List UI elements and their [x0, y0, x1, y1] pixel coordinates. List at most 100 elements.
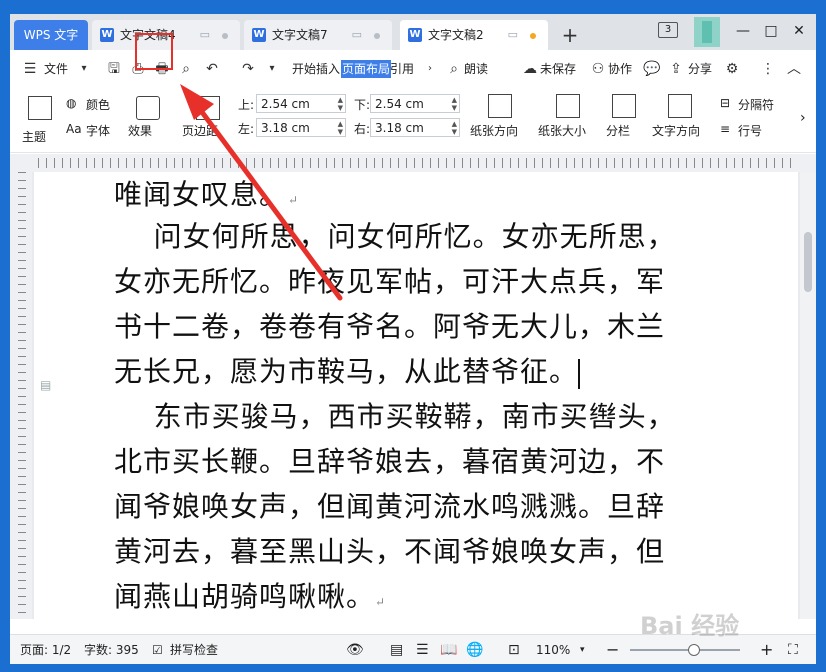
ruler-ticks	[18, 172, 26, 619]
zoom-slider-knob[interactable]	[688, 644, 700, 656]
spinner-icon[interactable]: ▲ ▼	[452, 120, 457, 136]
margin-button[interactable]: 页边距	[182, 122, 218, 139]
line-number-icon[interactable]: ≡	[720, 122, 730, 136]
avatar[interactable]	[694, 17, 720, 47]
collapse-ribbon-icon[interactable]: ︿	[784, 59, 804, 79]
eye-icon[interactable]: 👁	[346, 635, 364, 664]
document-note-icon[interactable]: ▤	[40, 378, 51, 392]
font-icon[interactable]: Aa	[66, 122, 82, 136]
text-line[interactable]: 东市买骏马，西市买鞍鞯，南市买辔头，	[114, 394, 676, 439]
close-button[interactable]: ✕	[788, 20, 810, 42]
document-page[interactable]: 唯闻女叹息。↵ 问女何所思，问女何所忆。女亦无所思， 女亦无所忆。昨夜见军帖，可…	[34, 172, 798, 619]
theme-icon[interactable]	[28, 96, 52, 120]
chevron-right-icon[interactable]: ›	[800, 110, 806, 126]
text-line[interactable]: 女亦无所忆。昨夜见军帖，可汗大点兵，军	[114, 259, 665, 304]
zoom-out-icon[interactable]: −	[606, 635, 619, 664]
read-view-icon[interactable]: 📖	[440, 635, 457, 664]
menu-page-layout[interactable]: 页面布局	[341, 60, 392, 78]
menu-file[interactable]: 文件	[44, 50, 68, 88]
spinner-icon[interactable]: ▲ ▼	[452, 96, 457, 112]
restore-button[interactable]: □	[760, 20, 782, 42]
undo-icon[interactable]: ↶	[202, 59, 222, 79]
unsaved-status[interactable]: 未保存	[540, 50, 576, 88]
new-tab-button[interactable]: +	[558, 20, 582, 50]
spinner-icon[interactable]: ▲ ▼	[338, 120, 343, 136]
vertical-ruler[interactable]	[10, 172, 32, 619]
tab-doc-2[interactable]: W 文字文稿2 ▭	[400, 20, 548, 50]
line-number-button[interactable]: 行号	[738, 122, 762, 139]
effect-icon[interactable]	[136, 96, 160, 120]
watermark: Bai 经验	[640, 612, 740, 640]
fit-page-icon[interactable]: ⊡	[508, 635, 520, 664]
text-line[interactable]: 书十二卷，卷卷有爷名。阿爷无大儿，木兰	[114, 304, 665, 349]
right-margin-input[interactable]: 3.18 cm ▲ ▼	[370, 118, 460, 137]
text-line[interactable]: 问女何所思，问女何所忆。女亦无所思，	[114, 214, 676, 259]
text-direction-icon[interactable]	[668, 94, 692, 118]
line-text: 问女何所思，问女何所忆。女亦无所思，	[114, 220, 676, 253]
spinner-icon[interactable]: ▲ ▼	[338, 96, 343, 112]
spellcheck-button[interactable]: 拼写检查	[170, 635, 218, 664]
page-count[interactable]: 页面: 1/2	[20, 635, 71, 664]
zoom-level[interactable]: 110%	[536, 635, 570, 664]
menu-start[interactable]: 开始	[292, 50, 316, 88]
orientation-icon[interactable]	[488, 94, 512, 118]
palette-icon[interactable]: ◍	[66, 96, 76, 110]
search-icon[interactable]: ⌕	[444, 59, 464, 79]
left-margin-input[interactable]: 3.18 cm ▲ ▼	[256, 118, 346, 137]
theme-button[interactable]: 主题	[22, 128, 46, 145]
vertical-scrollbar[interactable]	[800, 172, 816, 619]
right-margin-value: 3.18 cm	[375, 121, 424, 135]
print-preview-icon[interactable]: ⌕	[176, 59, 196, 79]
separator-button[interactable]: 分隔符	[738, 96, 774, 113]
text-line[interactable]: 黄河去，暮至黑山头，不闻爷娘唤女声，但	[114, 529, 665, 574]
zoom-slider[interactable]	[630, 649, 740, 651]
menu-reference[interactable]: 引用	[390, 50, 414, 88]
web-view-icon[interactable]: 🌐	[466, 635, 483, 664]
document-area[interactable]: 唯闻女叹息。↵ 问女何所思，问女何所忆。女亦无所思， 女亦无所忆。昨夜见军帖，可…	[32, 172, 800, 619]
chevron-down-icon[interactable]: ▾	[262, 59, 282, 79]
separator-icon[interactable]: ⊟	[720, 96, 730, 110]
paper-size-icon[interactable]	[556, 94, 580, 118]
save-icon[interactable]: 🖫	[104, 59, 124, 79]
share-button[interactable]: 分享	[688, 50, 712, 88]
zoom-in-icon[interactable]: +	[760, 635, 773, 664]
text-direction-button[interactable]: 文字方向	[652, 122, 700, 139]
word-doc-icon: W	[100, 28, 114, 42]
outline-view-icon[interactable]: ☰	[416, 635, 429, 664]
chevron-down-icon[interactable]: ▾	[580, 635, 585, 664]
gear-icon[interactable]: ⚙	[722, 59, 742, 79]
more-icon[interactable]: ⋮	[758, 59, 778, 79]
text-line[interactable]: 闻爷娘唤女声，但闻黄河流水鸣溅溅。旦辞	[114, 484, 665, 529]
checkbox-icon[interactable]: ☑	[152, 635, 163, 664]
wps-home-tab[interactable]: WPS 文字	[14, 20, 88, 50]
color-button[interactable]: 颜色	[86, 96, 110, 113]
columns-icon[interactable]	[612, 94, 636, 118]
minimize-button[interactable]: —	[732, 20, 754, 42]
text-line[interactable]: 无长兄，愿为市鞍马，从此替爷征。	[114, 349, 581, 394]
chevron-right-icon[interactable]: ›	[420, 59, 440, 79]
top-margin-input[interactable]: 2.54 cm ▲ ▼	[256, 94, 346, 113]
collaborate-button[interactable]: 协作	[608, 50, 632, 88]
paper-size-button[interactable]: 纸张大小	[538, 122, 586, 139]
comment-icon[interactable]: 💬	[642, 59, 662, 79]
font-button[interactable]: 字体	[86, 122, 110, 139]
orientation-button[interactable]: 纸张方向	[470, 122, 518, 139]
margin-icon[interactable]	[196, 96, 220, 120]
read-aloud-button[interactable]: 朗读	[464, 50, 488, 88]
page-view-icon[interactable]: ▤	[390, 635, 403, 664]
window-count-badge[interactable]: 3	[658, 22, 678, 38]
tab-doc-7[interactable]: W 文字文稿7 ▭	[244, 20, 392, 50]
columns-button[interactable]: 分栏	[606, 122, 630, 139]
bottom-margin-input[interactable]: 2.54 cm ▲ ▼	[370, 94, 460, 113]
text-line[interactable]: 闻燕山胡骑鸣啾啾。↵	[114, 574, 386, 619]
fullscreen-icon[interactable]: ⛶	[788, 635, 798, 664]
scrollbar-thumb[interactable]	[804, 232, 812, 292]
text-line[interactable]: 北市买长鞭。旦辞爷娘去，暮宿黄河边，不	[114, 439, 665, 484]
horizontal-ruler[interactable]	[10, 154, 816, 173]
effect-button[interactable]: 效果	[128, 122, 152, 139]
menu-insert[interactable]: 插入	[316, 50, 340, 88]
redo-icon[interactable]: ↷	[238, 59, 258, 79]
chevron-down-icon[interactable]: ▾	[74, 59, 94, 79]
hamburger-icon[interactable]: ☰	[20, 59, 40, 79]
word-count[interactable]: 字数: 395	[84, 635, 139, 664]
